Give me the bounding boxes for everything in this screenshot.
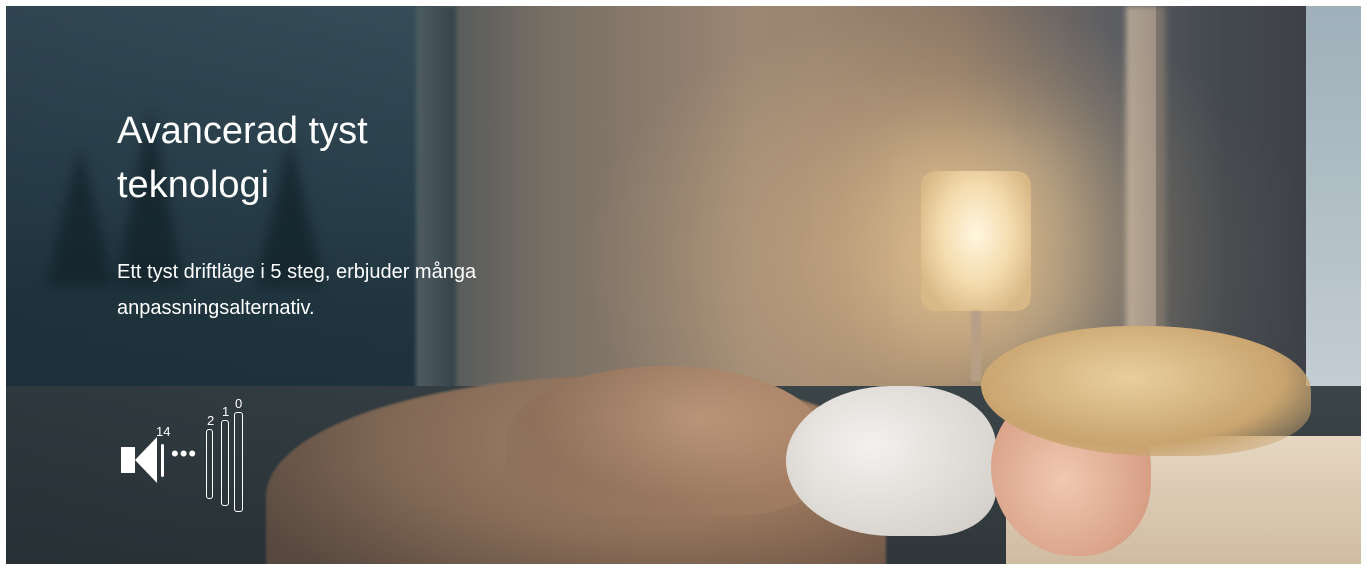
- volume-bar: [234, 412, 243, 512]
- ellipsis-icon: •••: [171, 441, 198, 466]
- volume-line: [161, 444, 164, 477]
- volume-bar: [206, 429, 213, 499]
- volume-label-2: 2: [207, 413, 215, 428]
- volume-label-1: 1: [222, 404, 230, 419]
- volume-bar: [221, 420, 229, 506]
- volume-label-0: 0: [235, 396, 243, 411]
- volume-indicator: 14 2 1 0 •••: [121, 392, 251, 512]
- volume-label-14: 14: [156, 424, 171, 439]
- hero-description: Ett tyst driftläge i 5 steg, erbjuder må…: [117, 261, 477, 319]
- hero-title: Avancerad tyst teknologi: [117, 110, 368, 206]
